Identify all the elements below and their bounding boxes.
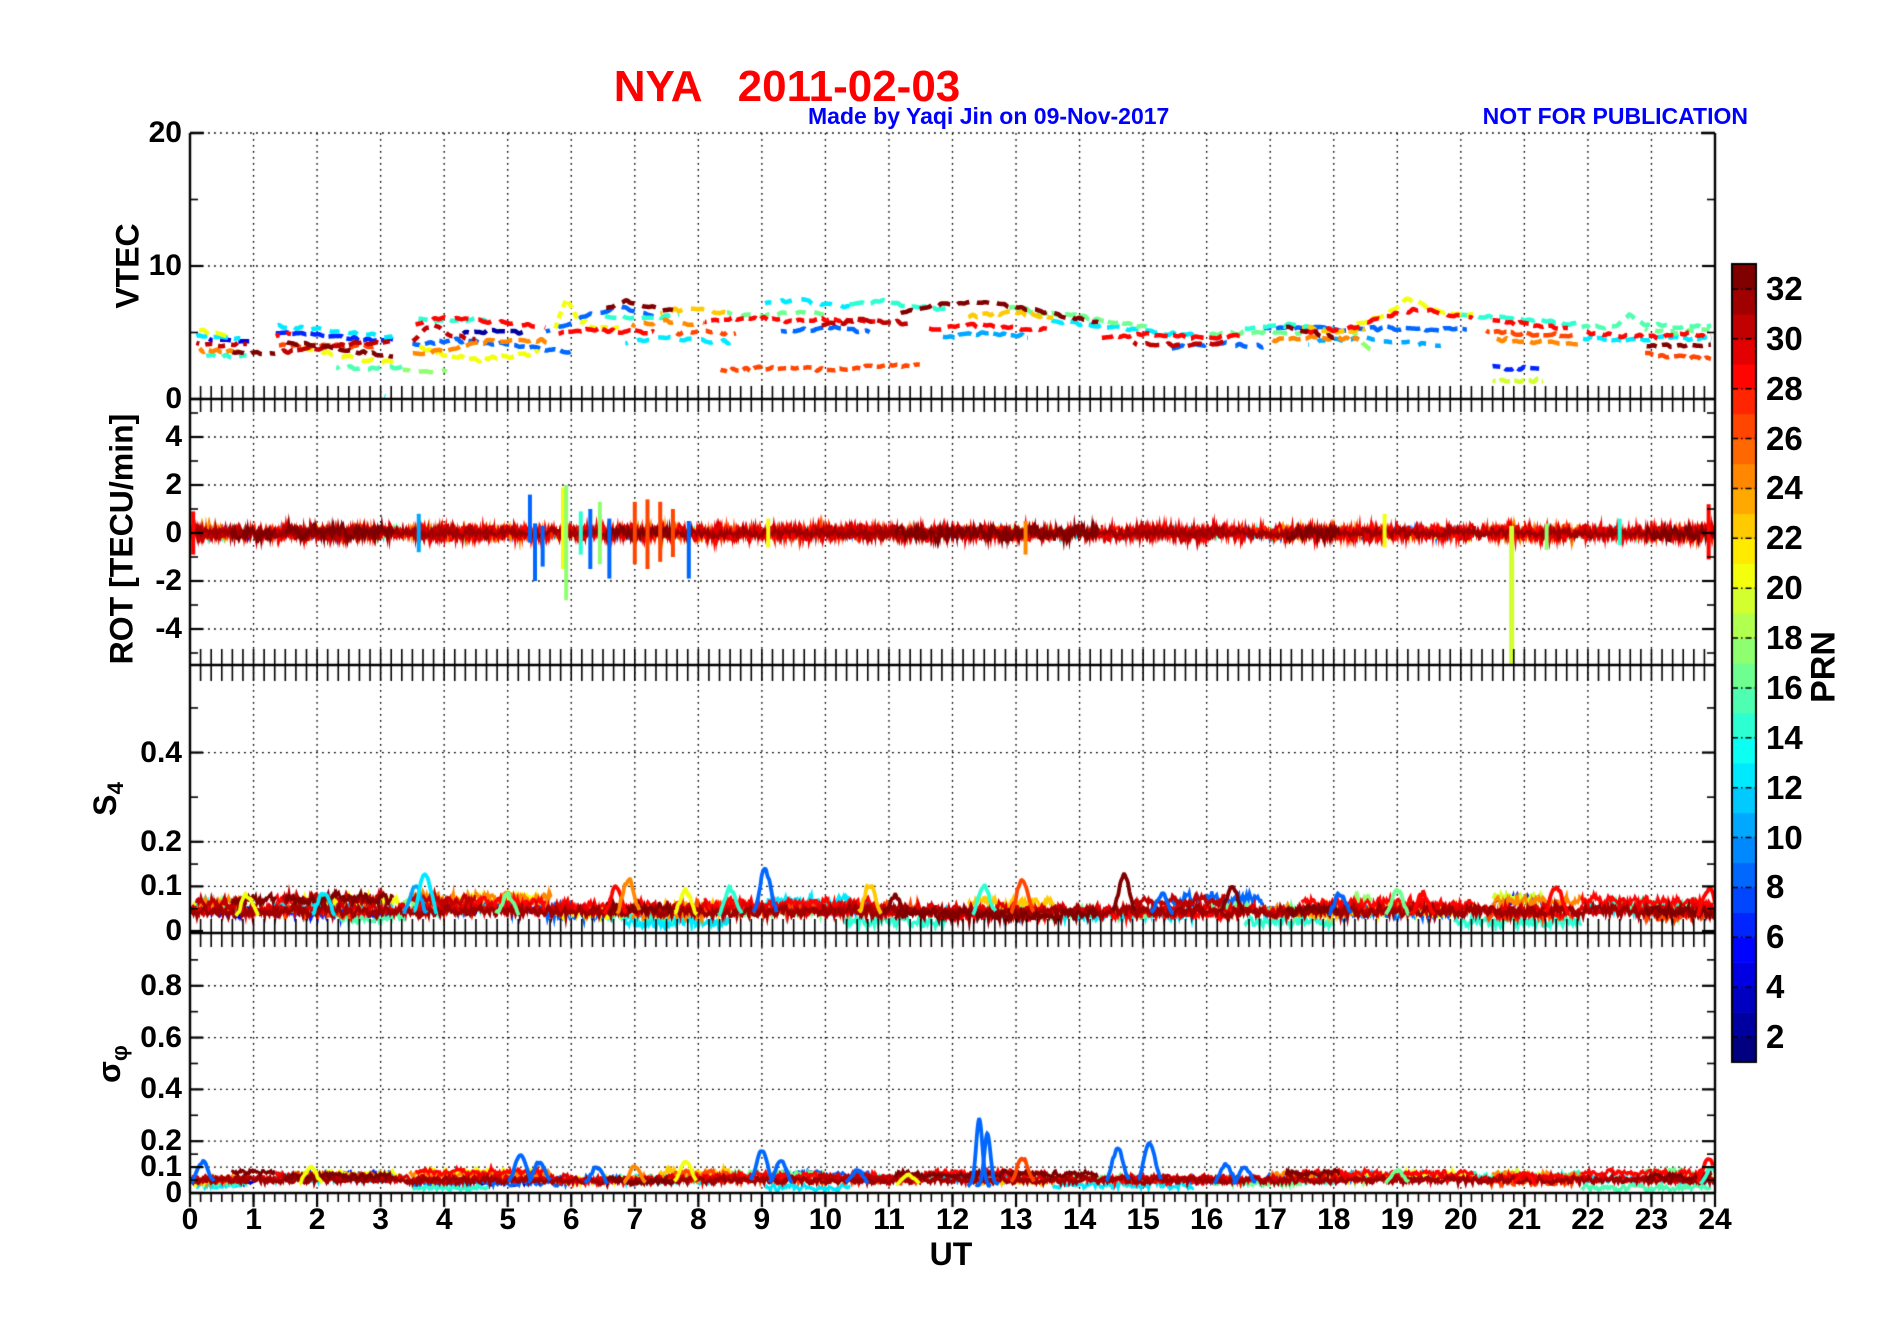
x-tick-label: 3 <box>372 1203 389 1236</box>
vtec-ytick-label: 20 <box>148 116 182 149</box>
rot-ytick-label: -4 <box>155 612 182 645</box>
vtec-ytick-label: 10 <box>148 249 182 282</box>
colorbar-tick-label: 24 <box>1766 469 1803 507</box>
rot-ytick-label: 4 <box>165 420 182 453</box>
x-tick-label: 22 <box>1571 1203 1605 1236</box>
ylabel-s4: S4 <box>86 782 129 816</box>
x-tick-label: 10 <box>808 1203 843 1236</box>
s4-ytick-label: 0.1 <box>140 869 182 903</box>
colorbar-tick-label: 22 <box>1766 519 1803 557</box>
x-tick-label: 12 <box>935 1203 970 1236</box>
colorbar-tick-label: 28 <box>1766 369 1803 407</box>
colorbar-tick-label: 6 <box>1766 918 1785 956</box>
x-tick-label: 2 <box>308 1203 326 1236</box>
x-tick-label: 4 <box>435 1203 453 1236</box>
annotation-row: Made by Yaqi Jin on 09-Nov-2017 NOT FOR … <box>808 103 1748 130</box>
colorbar-tick-label: 26 <box>1766 419 1803 457</box>
x-tick-label: 8 <box>689 1203 707 1236</box>
x-tick-label: 5 <box>499 1203 517 1236</box>
rot-ytick-label: 0 <box>165 516 182 549</box>
sigma-ytick-label: 0.8 <box>140 968 182 1002</box>
x-tick-label: 23 <box>1634 1203 1669 1236</box>
colorbar-tick-label: 12 <box>1766 768 1803 806</box>
sigma-ytick-label: 0.4 <box>140 1072 182 1106</box>
x-tick-label: 7 <box>626 1203 644 1236</box>
x-tick-label: 16 <box>1189 1203 1224 1236</box>
rot-ytick-label: 2 <box>165 468 182 501</box>
sigma-ytick-label: 0 <box>165 1176 182 1209</box>
x-tick-label: 14 <box>1062 1203 1097 1236</box>
x-tick-label: 15 <box>1126 1203 1160 1236</box>
made-by-text: Made by Yaqi Jin on 09-Nov-2017 <box>808 103 1170 129</box>
not-for-publication-text: NOT FOR PUBLICATION <box>1482 103 1748 129</box>
s4-ytick-label: 0.4 <box>140 735 182 769</box>
colorbar-label: PRN <box>1804 631 1843 703</box>
s4-ytick-label: 0 <box>165 914 182 947</box>
colorbar-tick-label: 10 <box>1766 818 1803 856</box>
colorbar-tick-label: 16 <box>1766 668 1803 706</box>
x-tick-label: 11 <box>873 1203 905 1236</box>
x-tick-label: 18 <box>1317 1203 1351 1236</box>
colorbar-tick-label: 32 <box>1766 269 1803 307</box>
colorbar-tick-label: 20 <box>1766 569 1803 607</box>
rot-ytick-label: -2 <box>155 564 182 597</box>
x-tick-label: 6 <box>562 1203 580 1236</box>
x-tick-label: 13 <box>999 1203 1033 1236</box>
colorbar-tick-label: 30 <box>1766 319 1803 357</box>
plot-canvas <box>0 0 1904 1330</box>
colorbar-tick-label: 18 <box>1766 619 1803 657</box>
x-axis-label: UT <box>929 1236 973 1272</box>
colorbar-tick-label: 14 <box>1766 718 1803 756</box>
colorbar-tick-label: 2 <box>1766 1018 1785 1056</box>
colorbar-tick-label: 4 <box>1766 968 1785 1006</box>
x-tick-label: 9 <box>753 1203 771 1236</box>
x-tick-label: 17 <box>1253 1203 1287 1236</box>
x-tick-label: 1 <box>245 1203 262 1236</box>
x-tick-label: 19 <box>1380 1203 1414 1236</box>
colorbar-tick-label: 8 <box>1766 868 1785 906</box>
x-tick-label: 20 <box>1444 1203 1478 1236</box>
s4-ytick-label: 0.2 <box>140 824 182 858</box>
sigma-ytick-label: 0.6 <box>140 1020 182 1054</box>
vtec-ytick-label: 0 <box>165 382 182 415</box>
x-tick-label: 24 <box>1698 1203 1732 1236</box>
x-tick-label: 0 <box>181 1203 199 1236</box>
figure: NYA 2011-02-03 Made by Yaqi Jin on 09-No… <box>0 0 1904 1330</box>
x-tick-label: 21 <box>1507 1203 1542 1236</box>
